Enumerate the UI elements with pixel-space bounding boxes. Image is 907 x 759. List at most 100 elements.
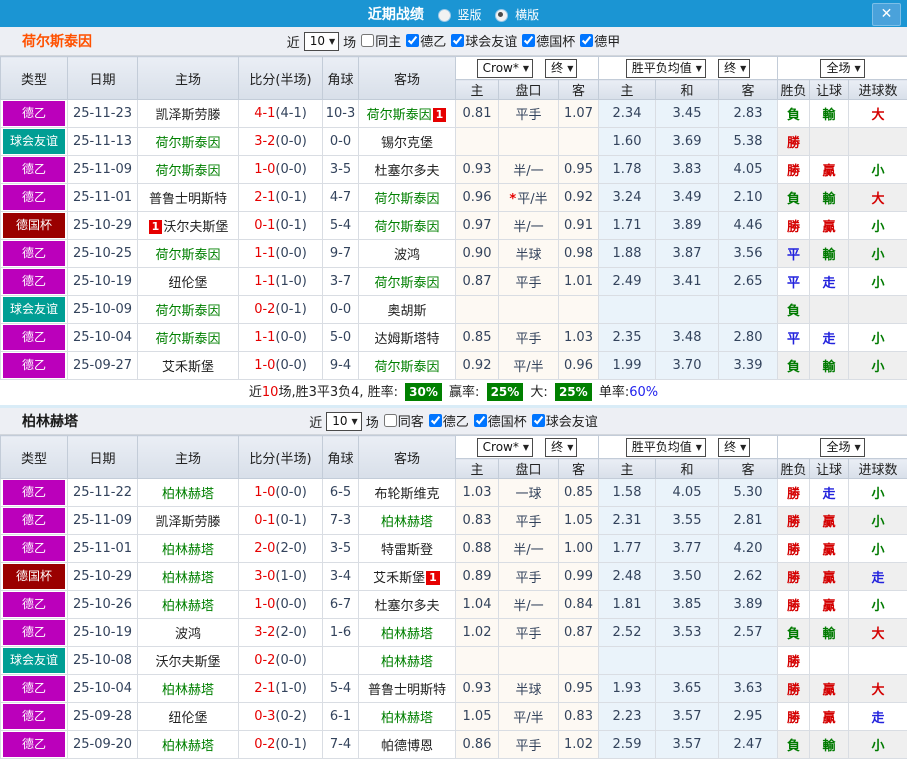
corners-cell: 6-5: [323, 479, 359, 507]
away-team-name: 荷尔斯泰因: [374, 360, 439, 375]
score-fulltime: 0-2: [254, 302, 275, 317]
radio-horizontal-label[interactable]: 横版: [515, 8, 539, 22]
filters-hertha: 近 10▼ 场 同客德乙德国杯球会友谊: [309, 411, 598, 431]
filter-德乙[interactable]: 德乙: [401, 31, 446, 50]
close-button[interactable]: ✕: [872, 3, 901, 26]
score-fulltime: 0-2: [254, 653, 275, 668]
col-corners: 角球: [323, 57, 359, 100]
col-type: 类型: [1, 57, 68, 100]
filter-label: 德乙: [420, 31, 446, 50]
filter-同主[interactable]: 同主: [356, 31, 401, 50]
scope-select[interactable]: 全场▼: [820, 59, 864, 78]
avg-stage-select[interactable]: 终▼: [718, 59, 750, 78]
result-wld-cell: 勝: [778, 479, 810, 507]
filter-德乙[interactable]: 德乙: [424, 411, 469, 430]
scope-select[interactable]: 全场▼: [820, 438, 864, 457]
filter-checkbox[interactable]: [406, 34, 419, 47]
result-handicap-cell: 輸: [810, 184, 849, 212]
avg-home-odds-cell: 2.31: [599, 507, 656, 535]
avg-draw-odds-cell: 3.48: [656, 324, 719, 352]
match-count-value: 10: [332, 414, 347, 428]
matches-tbody-hertha: 德乙25-11-22柏林赫塔1-0(0-0)6-5布轮斯维克1.03一球0.85…: [1, 479, 907, 759]
filter-checkbox[interactable]: [532, 414, 545, 427]
avg-odds-select[interactable]: 胜平负均值▼: [626, 59, 706, 78]
league-badge: 德乙: [3, 241, 65, 266]
crow-handicap-cell: 平手: [499, 563, 559, 591]
score-fulltime: 1-0: [254, 485, 275, 500]
filter-同客[interactable]: 同客: [379, 411, 424, 430]
result-handicap-cell: 走: [810, 268, 849, 296]
table-head: 类型 日期 主场 比分(半场) 角球 客场 Crow*▼ 终▼ 胜平负均值▼ 终…: [1, 436, 907, 479]
crow-home-odds-cell: [456, 128, 499, 156]
filter-checkbox[interactable]: [474, 414, 487, 427]
date-cell: 25-11-13: [68, 128, 138, 156]
avg-draw-odds-cell: 3.77: [656, 535, 719, 563]
filter-checkbox[interactable]: [451, 34, 464, 47]
result-goals-cell: [849, 647, 907, 675]
filter-德国杯[interactable]: 德国杯: [469, 411, 527, 430]
filter-checkbox[interactable]: [361, 34, 374, 47]
filter-checkbox[interactable]: [580, 34, 593, 47]
away-team-cell: 达姆斯塔特: [359, 324, 456, 352]
match-row: 球会友谊25-10-09荷尔斯泰因0-2(0-1)0-0奥胡斯負: [1, 296, 907, 324]
score-cell: 2-0(2-0): [239, 535, 323, 563]
crow-home-odds-cell: 0.85: [456, 324, 499, 352]
corners-cell: 9-4: [323, 352, 359, 380]
crow-odds-group: Crow*▼ 终▼: [456, 57, 599, 80]
filter-checkbox[interactable]: [522, 34, 535, 47]
avg-home-odds-cell: 1.77: [599, 535, 656, 563]
dropdown-caret-icon: ▼: [329, 37, 335, 46]
result-handicap-cell: 贏: [810, 156, 849, 184]
subcol-avg-away: 客: [719, 80, 778, 100]
score-cell: 1-0(0-0): [239, 156, 323, 184]
radio-vertical-label[interactable]: 竖版: [457, 8, 481, 22]
odds-company-select[interactable]: Crow*▼: [477, 59, 533, 78]
away-team-cell: 荷尔斯泰因: [359, 268, 456, 296]
home-team-name: 凯泽斯劳滕: [155, 515, 220, 530]
crow-away-odds-cell: 1.07: [559, 100, 599, 128]
match-count-select[interactable]: 10▼: [326, 412, 361, 431]
filter-label: 德国杯: [488, 411, 527, 430]
crow-handicap-cell: 平手: [499, 619, 559, 647]
filter-德国杯[interactable]: 德国杯: [517, 31, 575, 50]
avg-stage-select[interactable]: 终▼: [718, 438, 750, 457]
scope-value: 全场: [826, 440, 850, 454]
match-row: 德乙25-11-01普鲁士明斯特2-1(0-1)4-7荷尔斯泰因0.96*平/半…: [1, 184, 907, 212]
subcol-wld: 胜负: [778, 459, 810, 479]
col-type: 类型: [1, 436, 68, 479]
score-cell: 0-1(0-1): [239, 212, 323, 240]
odds-stage-select[interactable]: 终▼: [545, 59, 577, 78]
home-team-name: 柏林赫塔: [162, 543, 214, 558]
corners-cell: 3-7: [323, 268, 359, 296]
filter-球会友谊[interactable]: 球会友谊: [446, 31, 517, 50]
league-badge: 球会友谊: [3, 129, 65, 154]
avg-away-odds-cell: 3.89: [719, 591, 778, 619]
odds-stage-select[interactable]: 终▼: [545, 438, 577, 457]
crow-handicap-cell: 半/一: [499, 535, 559, 563]
filter-checkbox[interactable]: [429, 414, 442, 427]
filter-checkbox[interactable]: [384, 414, 397, 427]
league-badge: 德乙: [3, 620, 65, 645]
league-badge: 球会友谊: [3, 297, 65, 322]
subcol-handicap: 盘口: [499, 459, 559, 479]
match-count-select[interactable]: 10▼: [304, 32, 339, 51]
away-team-cell: 杜塞尔多夫: [359, 156, 456, 184]
subcol-crow-away: 客: [559, 459, 599, 479]
col-home: 主场: [138, 57, 239, 100]
avg-odds-select[interactable]: 胜平负均值▼: [626, 438, 706, 457]
radio-vertical-icon[interactable]: [438, 9, 451, 22]
radio-horizontal-icon[interactable]: [495, 9, 508, 22]
home-team-cell: 波鸿: [138, 619, 239, 647]
filter-checkbox-group: 同主德乙球会友谊德国杯德甲: [356, 31, 620, 51]
date-cell: 25-11-01: [68, 535, 138, 563]
subcol-crow-home: 主: [456, 459, 499, 479]
avg-draw-odds-cell: 3.69: [656, 128, 719, 156]
odds-company-select[interactable]: Crow*▼: [477, 438, 533, 457]
crow-away-odds-cell: 1.01: [559, 268, 599, 296]
matches-tbody-holstein: 德乙25-11-23凯泽斯劳滕4-1(4-1)10-3荷尔斯泰因10.81平手1…: [1, 100, 907, 380]
filter-球会友谊[interactable]: 球会友谊: [527, 411, 598, 430]
filter-德甲[interactable]: 德甲: [575, 31, 620, 50]
result-wld-cell: 平: [778, 240, 810, 268]
league-cell: 德乙: [1, 268, 68, 296]
corners-cell: 7-3: [323, 507, 359, 535]
